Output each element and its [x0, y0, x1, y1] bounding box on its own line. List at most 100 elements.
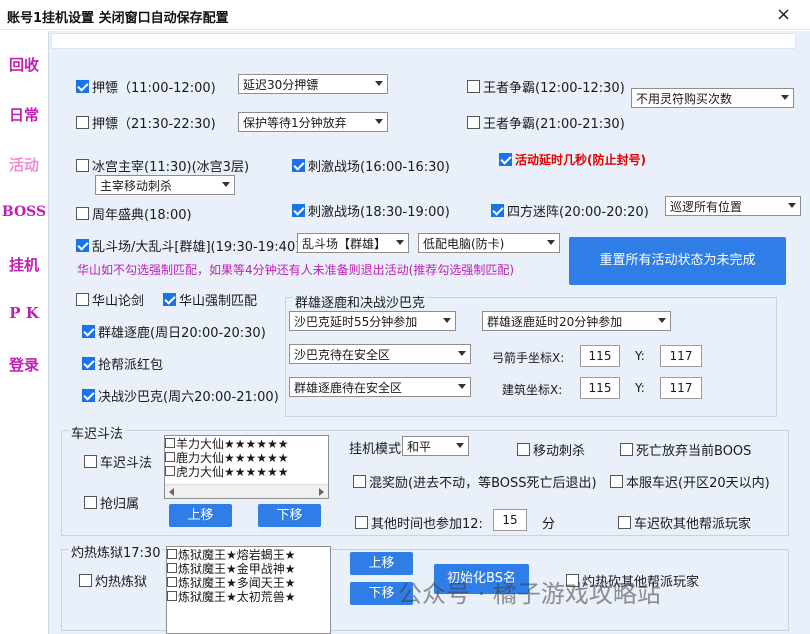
checkbox-icon: [79, 574, 92, 587]
qunxiong-delay-select[interactable]: 群雄逐鹿延时20分钟参加: [482, 311, 671, 331]
qiangbang-label: 抢帮派红包: [98, 358, 164, 373]
mix-reward-checkbox[interactable]: 混奖励(进去不动，等BOSS死亡后退出): [353, 472, 597, 491]
binggong-label: 冰宫主宰(11:30)(冰宫3层): [92, 160, 250, 175]
chevron-down-icon: [375, 119, 383, 124]
luandou-select[interactable]: 乱斗场【群雄】: [297, 233, 409, 253]
checkbox-icon: [84, 455, 97, 468]
build-y-label: Y:: [635, 381, 645, 395]
lingfu-select-value: 不用灵符购买次数: [636, 92, 733, 106]
huashanlunjian-checkbox[interactable]: 华山论剑: [76, 290, 144, 309]
scroll-right-icon[interactable]: [319, 488, 324, 496]
lianyu-boss-list[interactable]: 炼狱魔王★熔岩蝎王★ 炼狱魔王★金甲战神★ 炼狱魔王★多闻天王★ 炼狱魔王★太初…: [166, 546, 331, 634]
sidebar-item-guaji[interactable]: 挂机: [0, 254, 48, 275]
luandou-checkbox[interactable]: 乱斗场/大乱斗[群雄](19:30-19:40): [76, 236, 300, 255]
close-icon[interactable]: ×: [776, 4, 791, 25]
yabiao-2-checkbox[interactable]: 押镖（21:30-22:30): [76, 113, 216, 132]
delay-checkbox[interactable]: 活动延时几秒(防止封号): [499, 151, 646, 168]
zhounian-checkbox[interactable]: 周年盛典(18:00): [76, 204, 192, 223]
checkbox-icon: [167, 563, 177, 573]
chevron-down-icon: [788, 203, 796, 208]
qiangbang-checkbox[interactable]: 抢帮派红包: [82, 354, 163, 373]
sidebar-item-huishou[interactable]: 回收: [0, 54, 48, 75]
sidebar-item-huodong[interactable]: 活动: [0, 154, 48, 175]
checi-up-button[interactable]: 上移: [169, 504, 232, 527]
checkbox-icon: [82, 325, 95, 338]
checi-kill-other-checkbox[interactable]: 车迟砍其他帮派玩家: [618, 513, 751, 532]
death-boss-checkbox[interactable]: 死亡放弃当前BOOS: [620, 440, 751, 459]
sidebar-item-boss[interactable]: BOSS: [0, 204, 48, 220]
lingfu-select[interactable]: 不用灵符购买次数: [631, 88, 794, 108]
binggong-select-value: 主宰移动刺杀: [100, 179, 173, 193]
pc-spec-select[interactable]: 低配电脑(防卡): [418, 233, 560, 253]
qiangguishu-checkbox[interactable]: 抢归属: [84, 493, 139, 512]
yabiao-1-checkbox[interactable]: 押镖（11:00-12:00): [76, 77, 216, 96]
list-item-label: 虎力大仙★★★★★★: [176, 464, 289, 479]
checkbox-icon: [165, 438, 175, 448]
luandou-label: 乱斗场/大乱斗[群雄](19:30-19:40): [92, 240, 301, 255]
luandou-select-value: 乱斗场【群雄】: [302, 237, 387, 251]
mobile-stab-checkbox[interactable]: 移动刺杀: [517, 440, 585, 459]
sidebar-item-denglu[interactable]: 登录: [0, 354, 48, 375]
archer-x-input[interactable]: 115: [580, 345, 620, 367]
checi-group-title: 车迟斗法: [69, 423, 126, 442]
archer-y-label: Y:: [635, 349, 645, 363]
checkbox-icon: [292, 159, 305, 172]
other-time-input[interactable]: 15: [493, 509, 527, 531]
sifang-select[interactable]: 巡逻所有位置: [665, 196, 801, 216]
reset-status-button[interactable]: 重置所有活动状态为未完成: [569, 237, 786, 285]
cijizhan-2-checkbox[interactable]: 刺激战场(18:30-19:00): [292, 201, 450, 220]
other-time-checkbox[interactable]: 其他时间也参加12:: [355, 513, 483, 532]
checi-down-button[interactable]: 下移: [258, 504, 321, 527]
lianyu-checkbox[interactable]: 灼热炼狱: [79, 571, 147, 590]
cijizhan-1-checkbox[interactable]: 刺激战场(16:00-16:30): [292, 156, 450, 175]
qunxiong-safezone-select[interactable]: 群雄逐鹿待在安全区: [289, 377, 471, 397]
checi-boss-list[interactable]: 羊力大仙★★★★★★ 鹿力大仙★★★★★★ 虎力大仙★★★★★★: [164, 435, 329, 499]
build-x-input[interactable]: 115: [580, 377, 620, 399]
qunxiong-checkbox[interactable]: 群雄逐鹿(周日20:00-20:30): [82, 322, 266, 341]
server-checi-checkbox[interactable]: 本服车迟(开区20天以内): [610, 472, 770, 491]
horizontal-scrollbar[interactable]: [165, 484, 328, 498]
yabiao-2-select[interactable]: 保护等待1分钟放弃: [238, 112, 388, 132]
yabiao-2-select-value: 保护等待1分钟放弃: [243, 116, 347, 130]
lianyu-up-button[interactable]: 上移: [350, 552, 413, 575]
wangzhe-2-label: 王者争霸(21:00-21:30): [483, 117, 625, 132]
list-item[interactable]: 炼狱魔王★太初荒兽★: [167, 589, 330, 604]
sabak-group-title: 群雄逐鹿和决战沙巴克: [293, 292, 428, 311]
binggong-select[interactable]: 主宰移动刺杀: [95, 175, 235, 195]
checkbox-icon: [292, 204, 305, 217]
yabiao-1-select[interactable]: 延迟30分押镖: [238, 74, 388, 94]
sifang-checkbox[interactable]: 四方迷阵(20:00-20:20): [491, 201, 649, 220]
mode-label: 挂机模式: [349, 442, 402, 457]
huashan-note: 华山如不勾选强制匹配，如果等4分钟还有人未准备则退出活动(推荐勾选强制匹配): [77, 263, 515, 277]
sidebar-item-pk[interactable]: P K: [0, 304, 48, 322]
wangzhe-1-checkbox[interactable]: 王者争霸(12:00-12:30): [467, 77, 625, 96]
qiangguishu-label: 抢归属: [100, 497, 140, 512]
archer-y-input[interactable]: 117: [660, 345, 702, 367]
checkbox-icon: [76, 293, 89, 306]
sabak-delay-select[interactable]: 沙巴克延时55分钟参加: [289, 311, 456, 331]
lianyu-group-title: 灼热炼狱17:30: [69, 542, 163, 561]
checkbox-icon: [76, 116, 89, 129]
wangzhe-2-checkbox[interactable]: 王者争霸(21:00-21:30): [467, 113, 625, 132]
yabiao-1-label: 押镖（11:00-12:00): [92, 81, 216, 96]
archer-coord-label: 弓箭手坐标X:: [492, 351, 565, 365]
huashanqiangzhi-checkbox[interactable]: 华山强制匹配: [163, 290, 257, 309]
checkbox-icon: [167, 591, 177, 601]
sabak-safezone-value: 沙巴克待在安全区: [294, 348, 391, 362]
checkbox-icon: [467, 80, 480, 93]
delay-label: 活动延时几秒(防止封号): [515, 153, 646, 167]
sifang-label: 四方迷阵(20:00-20:20): [507, 205, 649, 220]
binggong-checkbox[interactable]: 冰宫主宰(11:30)(冰宫3层): [76, 156, 249, 175]
checkbox-icon: [610, 475, 623, 488]
scroll-left-icon[interactable]: [169, 488, 174, 496]
sabak-delay-value: 沙巴克延时55分钟参加: [294, 315, 418, 329]
juezhan-checkbox[interactable]: 决战沙巴克(周六20:00-21:00): [82, 386, 279, 405]
sabak-safezone-select[interactable]: 沙巴克待在安全区: [289, 344, 471, 364]
sidebar-item-richang[interactable]: 日常: [0, 104, 48, 125]
yabiao-1-select-value: 延迟30分押镖: [243, 78, 319, 92]
checi-checkbox[interactable]: 车迟斗法: [84, 452, 152, 471]
checkbox-icon: [163, 293, 176, 306]
list-item[interactable]: 虎力大仙★★★★★★: [165, 464, 328, 479]
build-y-input[interactable]: 117: [660, 377, 702, 399]
mode-select[interactable]: 和平: [402, 436, 469, 456]
